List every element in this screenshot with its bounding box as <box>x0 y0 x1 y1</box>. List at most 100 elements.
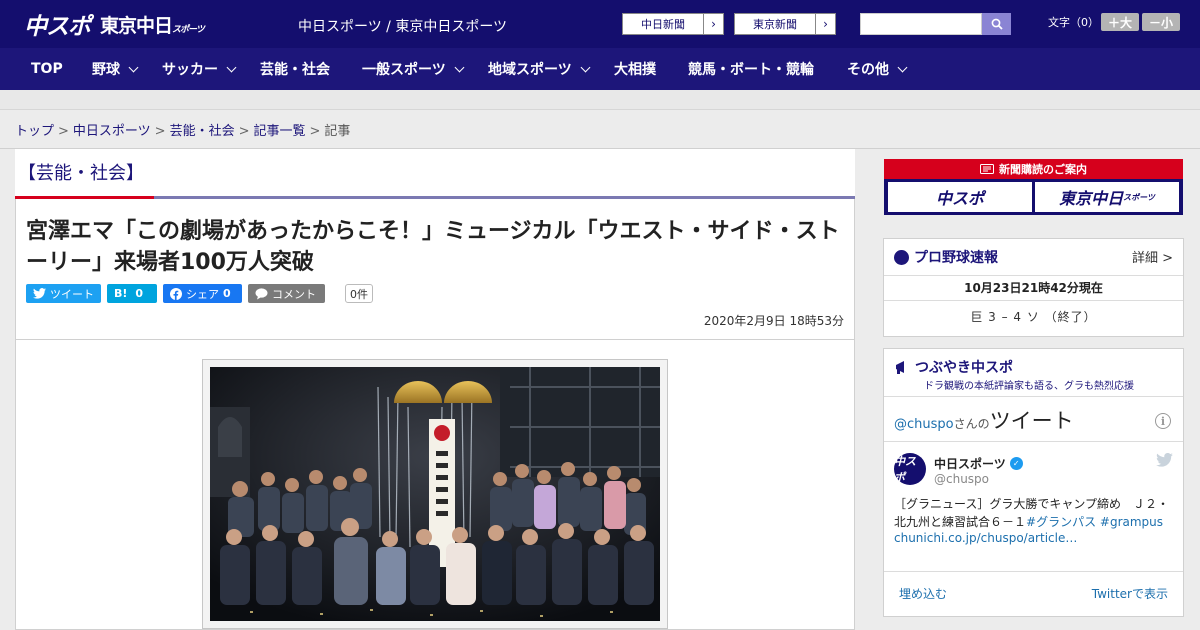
tokyo-logo-text: 東京中日 <box>100 14 173 37</box>
chevron-down-icon <box>580 62 591 72</box>
tweets-header: @chuspoさんのツイート <box>894 405 1074 435</box>
subscribe-tokyo-label: 東京中日 <box>1059 189 1124 208</box>
tweet-label: ツイート <box>50 287 94 301</box>
facebook-count: 0 <box>223 287 231 300</box>
nav-item-entertainment[interactable]: 芸能・社会 <box>260 48 330 90</box>
breadcrumb-separator: > <box>238 124 250 139</box>
chunichi-shimbun-label: 中日新聞 <box>641 18 685 31</box>
tweet-text: ［グラニュース］グラ大勝でキャンプ締め Ｊ２・北九州と練習試合６－１#グランパス… <box>894 495 1174 531</box>
hatena-count: 0 <box>135 287 144 300</box>
top-header: 中スポ 東京中日スポーツ 中日スポーツ / 東京中日スポーツ 中日新聞 › 東京… <box>0 0 1200 48</box>
nav-label: 競馬・ボート・競輪 <box>688 62 814 78</box>
tweet-author-name: 中日スポーツ <box>934 457 1006 471</box>
comment-count: 0件 <box>345 284 373 303</box>
verified-badge-icon: ✓ <box>1009 457 1023 470</box>
twitter-bird-icon <box>33 288 46 299</box>
tweets-label: ツイート <box>989 409 1074 433</box>
nav-label: サッカー <box>162 62 218 78</box>
chevron-down-icon <box>454 62 465 72</box>
megaphone-icon <box>896 361 904 374</box>
site-logo[interactable]: 中スポ 東京中日スポーツ <box>24 7 205 41</box>
newspaper-icon <box>980 164 994 174</box>
baseball-score-card: プロ野球速報 詳細 > 10月23日21時42分現在 巨 3 – 4 ソ （終了… <box>883 238 1184 337</box>
nav-label: 野球 <box>92 62 120 78</box>
chuspo-logo[interactable]: 中スポ <box>24 7 91 41</box>
tweet-hashtag[interactable]: #グランパス <box>1026 515 1096 529</box>
chevron-down-icon <box>897 62 908 72</box>
tweet-author[interactable]: 中日スポーツ ✓ <box>934 455 1023 472</box>
font-smaller-button[interactable]: －小 <box>1142 13 1180 31</box>
search-icon <box>991 18 1003 30</box>
nav-item-local-sports[interactable]: 地域スポーツ <box>488 48 591 90</box>
tweet-link[interactable]: chunichi.co.jp/chuspo/article… <box>894 531 1077 545</box>
hatena-bookmark-button[interactable]: B! 0 <box>107 284 157 303</box>
nav-item-baseball[interactable]: 野球 <box>92 48 139 90</box>
tweet-hashtag[interactable]: #grampus <box>1100 515 1163 529</box>
baseball-status-time: 10月23日21時42分現在 <box>964 281 1103 295</box>
breadcrumb-chuspo[interactable]: 中日スポーツ <box>73 124 151 139</box>
baseball-score: 巨 3 – 4 ソ （終了） <box>970 310 1097 324</box>
site-names[interactable]: 中日スポーツ / 東京中日スポーツ <box>298 16 507 36</box>
nav-item-top[interactable]: TOP <box>31 48 63 90</box>
view-on-twitter-link[interactable]: Twitterで表示 <box>1092 585 1168 602</box>
tokyo-shimbun-label: 東京新聞 <box>753 18 797 31</box>
chunichi-shimbun-link[interactable]: 中日新聞 › <box>622 13 724 35</box>
article-photo-frame <box>202 359 668 629</box>
search-input[interactable] <box>860 13 982 35</box>
cast-group-photo <box>210 367 660 621</box>
nav-label: 大相撲 <box>614 62 656 78</box>
nav-item-general-sports[interactable]: 一般スポーツ <box>362 48 465 90</box>
main-nav: TOP 野球 サッカー 芸能・社会 一般スポーツ 地域スポーツ 大相撲 競馬・ボ… <box>0 48 1200 90</box>
tweets-card: つぶやき中スポ ドラ観戦の本紙評論家も語る、グラも熱烈応援 @chuspoさんの… <box>883 348 1184 617</box>
breadcrumb-separator: > <box>58 124 69 139</box>
subscription-title-bar: 新聞購読のご案内 <box>884 159 1183 179</box>
tweets-subtitle: ドラ観戦の本紙評論家も語る、グラも熱烈応援 <box>924 381 1134 392</box>
avatar[interactable]: 中スポ <box>894 453 926 485</box>
chevron-right-icon: › <box>815 14 835 34</box>
tweet-username[interactable]: @chuspo <box>934 472 989 486</box>
embed-link[interactable]: 埋め込む <box>899 585 947 602</box>
nav-item-other[interactable]: その他 <box>847 48 908 90</box>
header-band <box>0 90 1200 110</box>
breadcrumb-entertainment[interactable]: 芸能・社会 <box>170 124 235 139</box>
speech-bubble-icon <box>255 287 268 299</box>
article-date: 2020年2月9日 18時53分 <box>703 314 844 328</box>
baseball-detail-link[interactable]: 詳細 > <box>1132 247 1173 266</box>
tweets-title-text: つぶやき中スポ <box>915 360 1013 376</box>
tokyo-shimbun-link[interactable]: 東京新聞 › <box>734 13 836 35</box>
category-heading: 【芸能・社会】 <box>18 163 144 184</box>
chevron-right-icon: › <box>703 14 723 34</box>
nav-item-sumo[interactable]: 大相撲 <box>614 48 656 90</box>
twitter-bird-icon[interactable] <box>1156 453 1173 467</box>
facebook-share-button[interactable]: シェア 0 <box>163 284 242 303</box>
nav-item-racing[interactable]: 競馬・ボート・競輪 <box>688 48 814 90</box>
breadcrumb-home[interactable]: トップ <box>15 124 54 139</box>
breadcrumb-separator: > <box>154 124 166 139</box>
search-button[interactable] <box>982 13 1011 35</box>
baseball-title-text: プロ野球速報 <box>914 250 998 266</box>
nav-label: その他 <box>847 62 889 78</box>
nav-label: 芸能・社会 <box>260 62 330 78</box>
comment-button[interactable]: コメント <box>248 284 325 303</box>
breadcrumb-article-list[interactable]: 記事一覧 <box>254 124 306 139</box>
nav-item-soccer[interactable]: サッカー <box>162 48 237 90</box>
tweet-button[interactable]: ツイート <box>26 284 101 303</box>
breadcrumb: トップ > 中日スポーツ > 芸能・社会 > 記事一覧 > 記事 <box>15 120 350 139</box>
subscribe-chuspo-button[interactable]: 中スポ <box>888 182 1032 212</box>
tweets-card-title: つぶやき中スポ <box>894 357 1013 377</box>
chevron-down-icon <box>128 62 139 72</box>
breadcrumb-separator: > <box>309 124 321 139</box>
font-larger-button[interactable]: ＋大 <box>1101 13 1139 31</box>
tokyo-logo-small: スポーツ <box>172 24 205 35</box>
tokyo-chunichi-logo[interactable]: 東京中日スポーツ <box>100 11 205 38</box>
subscription-title: 新聞購読のご案内 <box>999 163 1087 176</box>
subscribe-chuspo-label: 中スポ <box>935 189 984 208</box>
breadcrumb-current: 記事 <box>324 124 351 139</box>
subscribe-tokyo-button[interactable]: 東京中日 スポーツ <box>1035 182 1179 212</box>
tweets-handle[interactable]: @chuspo <box>894 417 954 432</box>
divider <box>884 275 1183 276</box>
hatena-icon: B! <box>114 287 128 300</box>
article-photo[interactable] <box>210 367 660 621</box>
facebook-icon <box>170 287 182 300</box>
info-icon[interactable]: i <box>1155 413 1171 429</box>
